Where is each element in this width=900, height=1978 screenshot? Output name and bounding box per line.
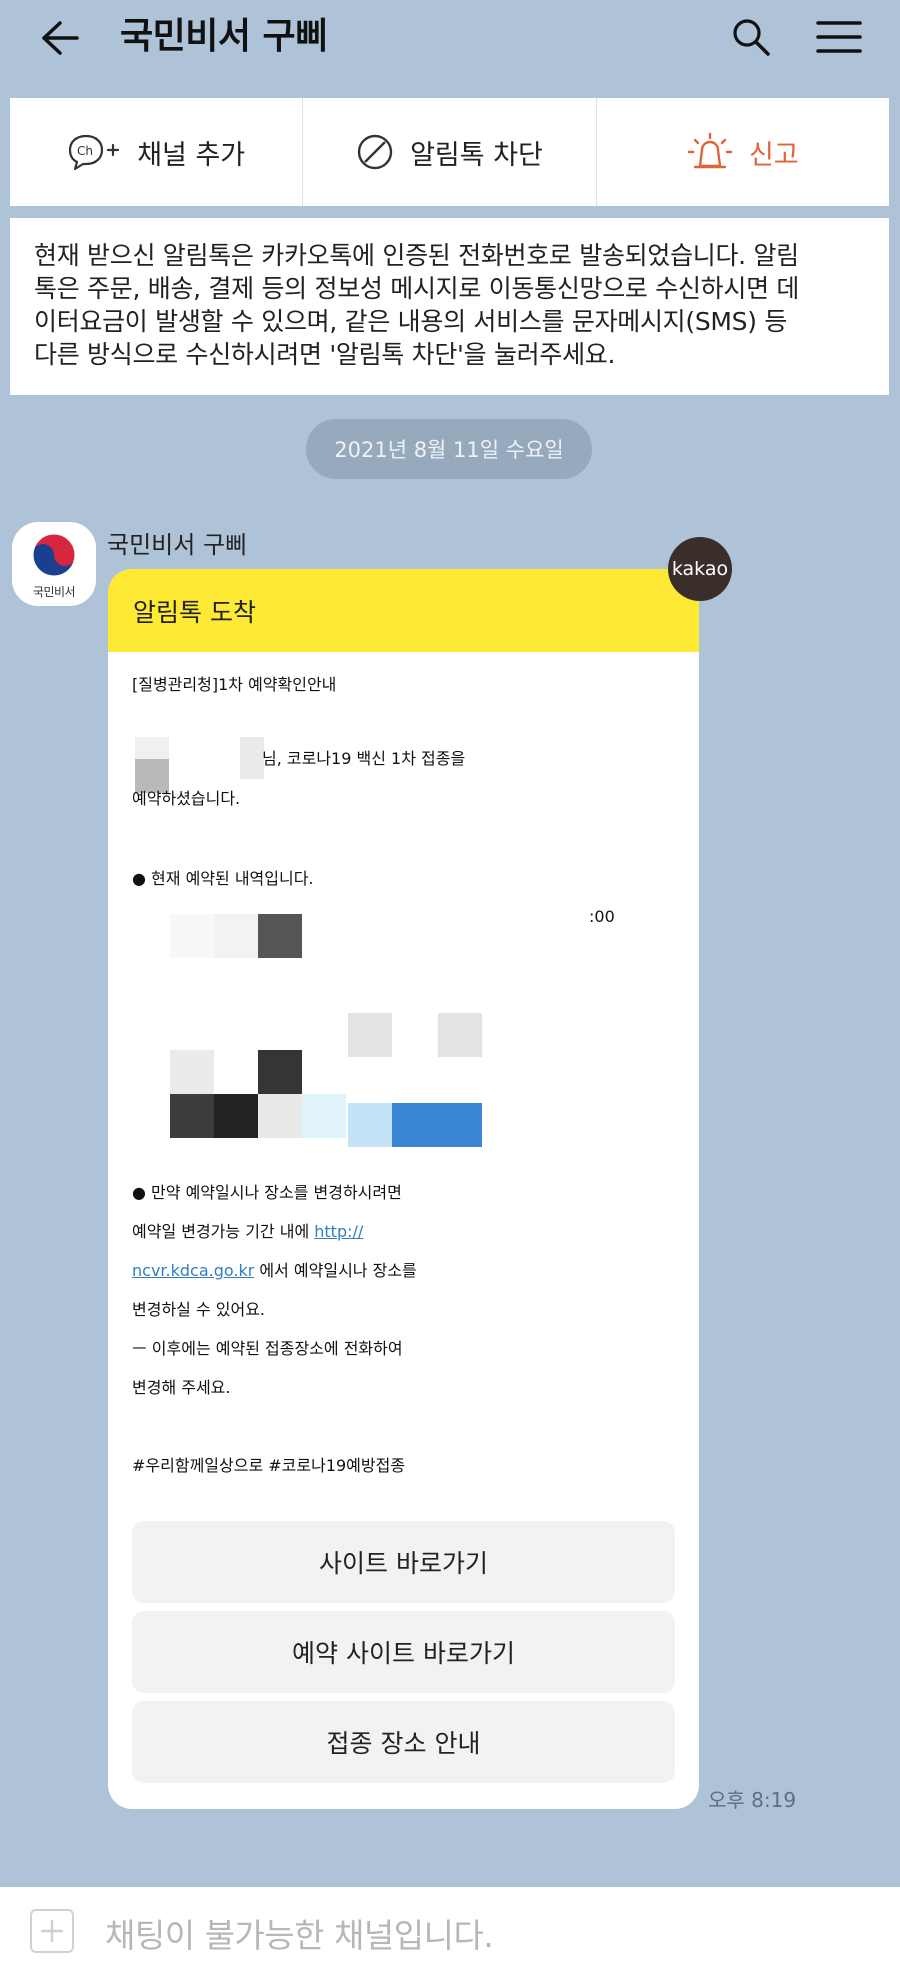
message-header: 알림톡 도착 [108,569,699,652]
hashtags: #우리함께일상으로 #코로나19예방접종 [132,1456,406,1475]
after-instruction-line-2: 변경해 주세요. [132,1378,231,1397]
channel-add-icon: Ch [69,134,120,171]
add-channel-button[interactable]: Ch 채널 추가 [10,98,302,206]
redaction-mosaic [170,1050,214,1094]
redaction-mosaic [214,914,258,958]
change-instruction-text: 예약일 변경가능 기간 내에 [132,1222,315,1241]
sender-avatar[interactable]: 국민비서 [12,522,96,606]
message-bubble: 알림톡 도착 [질병관리청]1차 예약확인안내 님, 코로나19 백신 1차 접… [108,569,699,1809]
change-instruction-line: ● 만약 예약일시나 장소를 변경하시려면 [132,1183,402,1202]
attach-button[interactable] [30,1909,74,1953]
change-instruction-text: 에서 예약일시나 장소를 [254,1261,417,1280]
vaccination-place-button[interactable]: 접종 장소 안내 [132,1701,675,1783]
greeting-line: 님, 코로나19 백신 1차 접종을 [262,749,466,768]
notice-box: 현재 받으신 알림톡은 카카오톡에 인증된 전화번호로 발송되었습니다. 알림 … [10,218,889,395]
message-time: 오후 8:19 [708,1788,797,1812]
chat-title: 국민비서 구삐 [120,16,328,57]
redaction-mosaic [348,1103,392,1147]
report-button[interactable]: 신고 [595,98,889,206]
site-shortcut-button[interactable]: 사이트 바로가기 [132,1521,675,1603]
after-instruction-line: ㅡ 이후에는 예약된 접종장소에 전화하여 [132,1339,403,1358]
search-icon [733,19,770,56]
redaction-mosaic [348,1013,392,1057]
svg-text:Ch: Ch [77,144,93,158]
redaction-mosaic [258,1050,302,1094]
sender-name: 국민비서 구삐 [107,531,248,559]
redaction-mosaic [392,1103,482,1147]
redaction-mosaic [438,1013,482,1057]
greeting-line-2: 예약하셨습니다. [132,789,241,808]
notice-line: 톡은 주문, 배송, 결제 등의 정보성 메시지로 이동통신망으로 수신하시면 … [34,274,800,303]
hamburger-menu-icon [816,21,862,53]
menu-button[interactable] [812,12,866,62]
search-button[interactable] [726,12,776,62]
reservation-time-fragment: :00 [589,907,615,926]
block-label: 알림톡 차단 [410,139,543,171]
reservation-site-button[interactable]: 예약 사이트 바로가기 [132,1611,675,1693]
app-header: 국민비서 구삐 [0,0,900,76]
report-label: 신고 [748,139,799,171]
ncvr-link-part1[interactable]: http:// [314,1222,363,1241]
notice-line: 다른 방식으로 수신하시려면 '알림톡 차단'을 눌러주세요. [34,340,616,369]
redaction-mosaic [135,737,169,759]
message-title: [질병관리청]1차 예약확인안내 [132,675,337,694]
change-instruction-line-4: 변경하실 수 있어요. [132,1300,266,1319]
current-reservation-heading: ● 현재 예약된 내역입니다. [132,869,314,888]
change-instruction-line-2: 예약일 변경가능 기간 내에 http:// [132,1218,363,1242]
change-instruction-line-3: ncvr.kdca.go.kr 에서 예약일시나 장소를 [132,1257,417,1281]
redaction-mosaic [258,914,302,958]
redaction-mosaic [170,1094,214,1138]
redaction-mosaic [302,1094,346,1138]
chat-disabled-text: 채팅이 불가능한 채널입니다. [105,1916,494,1955]
block-icon [357,134,393,170]
chat-input-bar: 채팅이 불가능한 채널입니다. [0,1887,900,1978]
redaction-mosaic [170,914,214,958]
avatar-label: 국민비서 [32,584,76,599]
date-divider: 2021년 8월 11일 수요일 [306,419,592,479]
back-button[interactable] [36,14,84,62]
redaction-mosaic [240,737,264,779]
add-channel-label: 채널 추가 [137,139,246,171]
taegeuk-logo-icon [30,531,78,578]
back-arrow-icon [42,21,79,55]
redaction-mosaic [214,1094,258,1138]
redaction-mosaic [258,1094,302,1138]
ncvr-link-part2[interactable]: ncvr.kdca.go.kr [132,1261,254,1280]
siren-icon [687,132,733,169]
notice-line: 이터요금이 발생할 수 있으며, 같은 내용의 서비스를 문자메시지(SMS) … [34,307,788,336]
block-button[interactable]: 알림톡 차단 [302,98,595,206]
kakao-badge: kakao [668,537,732,601]
notice-line: 현재 받으신 알림톡은 카카오톡에 인증된 전화번호로 발송되었습니다. 알림 [34,241,799,270]
channel-action-bar: Ch 채널 추가 알림톡 차단 신고 [10,98,889,206]
plus-icon [40,1919,64,1943]
